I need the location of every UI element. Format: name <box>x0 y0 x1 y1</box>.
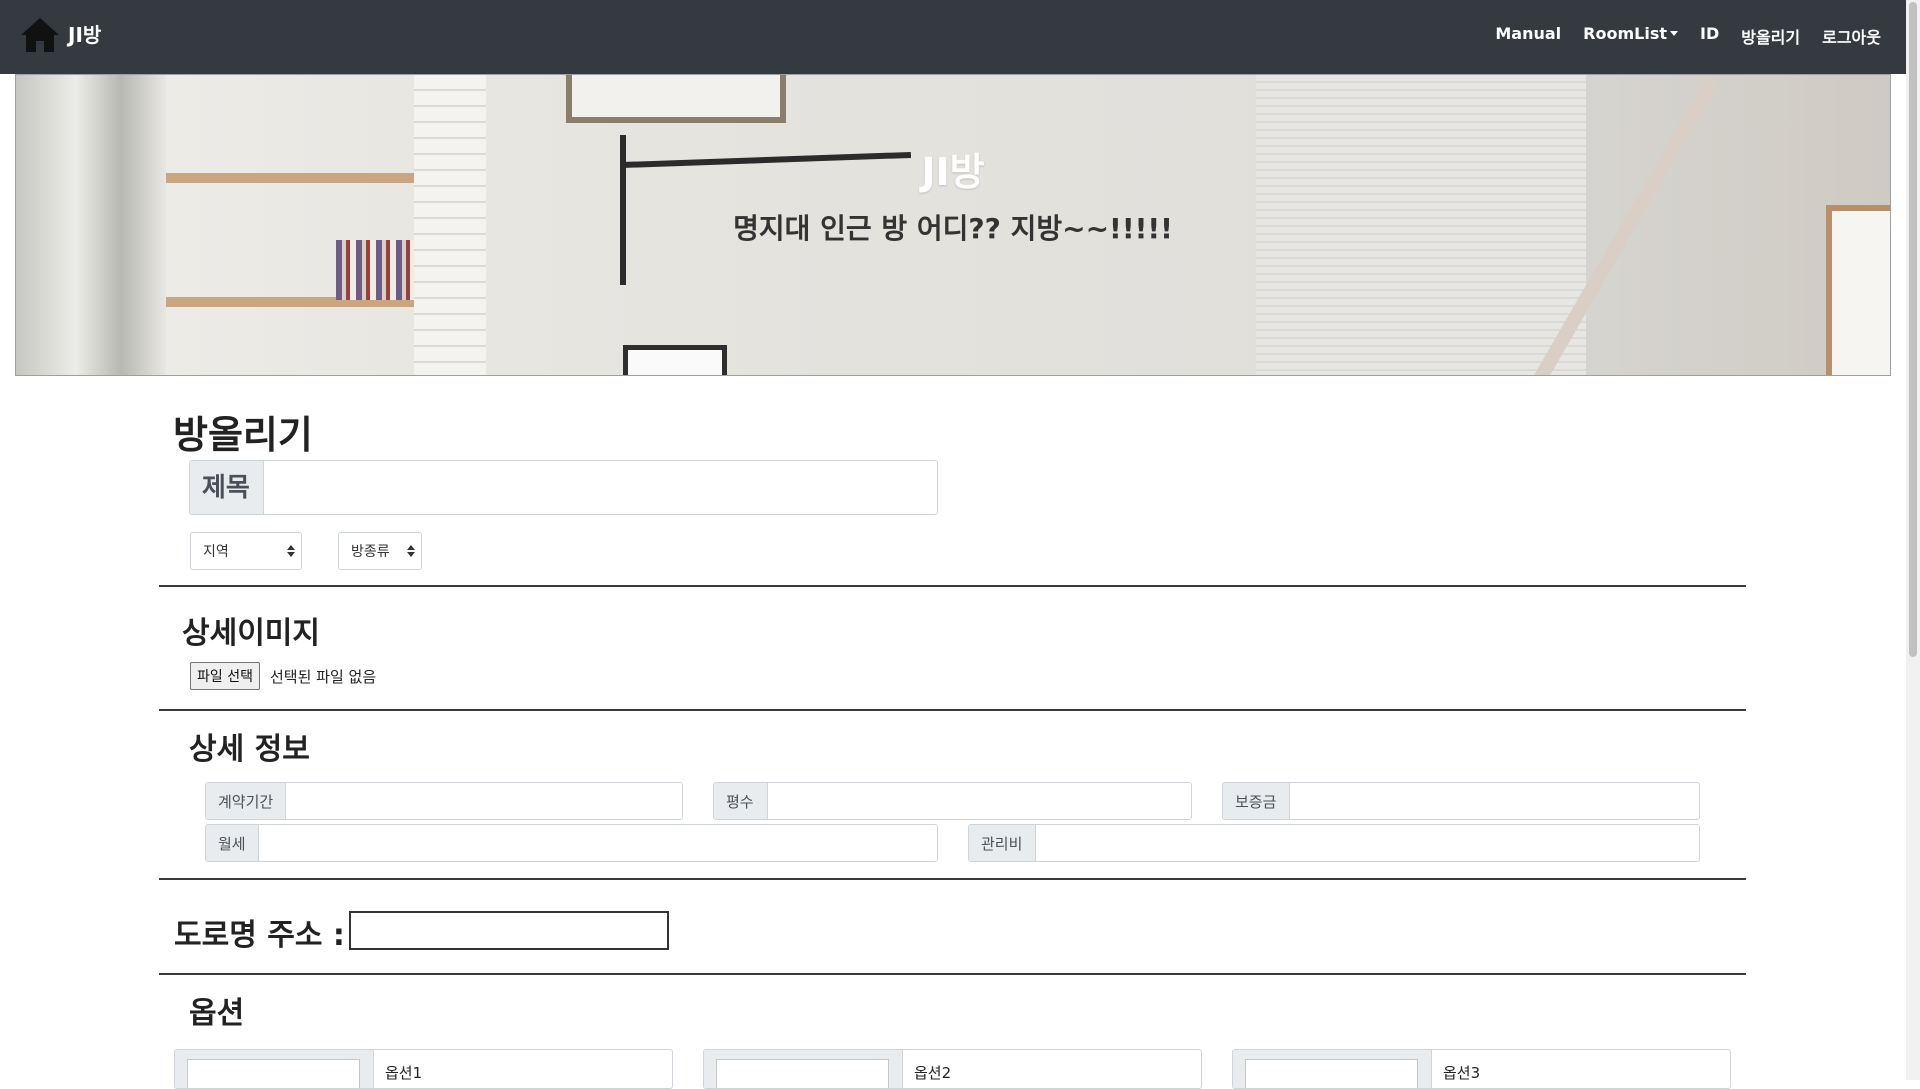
option-checkbox-2[interactable] <box>716 1059 889 1088</box>
room-type-select-value: 방종류 <box>351 544 390 560</box>
option-group-1: 옵션1 <box>174 1049 673 1089</box>
title-input[interactable] <box>264 461 937 514</box>
home-icon <box>21 18 59 52</box>
rent-input[interactable] <box>259 825 937 861</box>
option-checkbox-3[interactable] <box>1245 1059 1418 1088</box>
nav-logout[interactable]: 로그아웃 <box>1822 24 1881 48</box>
hero-top-window <box>566 75 786 123</box>
address-label: 도로명 주소 : <box>174 918 345 953</box>
area-label: 평수 <box>714 783 768 819</box>
contract-input-group: 계약기간 <box>205 782 683 820</box>
deposit-label: 보증금 <box>1223 783 1290 819</box>
hero-subtitle: 명지대 인근 방 어디?? 지방~~!!!!! <box>733 212 1173 245</box>
option-group-2: 옵션2 <box>703 1049 1202 1089</box>
divider <box>159 878 1746 880</box>
divider <box>159 973 1746 975</box>
scrollbar-thumb[interactable] <box>1909 2 1917 657</box>
rent-label: 월세 <box>206 825 259 861</box>
maintenance-input[interactable] <box>1036 825 1699 861</box>
file-select-button[interactable]: 파일 선택 <box>190 662 260 690</box>
nav-upload-room[interactable]: 방올리기 <box>1741 24 1800 48</box>
hero-banner: JI방 명지대 인근 방 어디?? 지방~~!!!!! <box>15 74 1891 376</box>
caret-down-icon <box>1669 31 1678 36</box>
title-label: 제목 <box>190 461 264 514</box>
title-input-group: 제목 <box>189 460 938 515</box>
nav-menu: Manual RoomList ID 방올리기 로그아웃 <box>1495 24 1881 48</box>
hero-picture-frame <box>623 345 727 375</box>
navbar: JI방 Manual RoomList ID 방올리기 로그아웃 <box>0 0 1906 74</box>
nav-roomlist-label: RoomList <box>1583 24 1667 43</box>
nav-manual[interactable]: Manual <box>1495 24 1561 48</box>
maintenance-input-group: 관리비 <box>968 824 1700 862</box>
contract-input[interactable] <box>286 783 682 819</box>
room-type-select[interactable]: 방종류 <box>338 532 422 570</box>
contract-label: 계약기간 <box>206 783 286 819</box>
region-select[interactable]: 지역 <box>190 532 302 570</box>
brand-link[interactable]: JI방 <box>20 16 101 54</box>
file-status: 선택된 파일 없음 <box>270 668 377 686</box>
page-title: 방올리기 <box>173 413 313 457</box>
region-select-value: 지역 <box>203 544 229 560</box>
brand-name: JI방 <box>68 22 102 47</box>
hero-title: JI방 <box>921 150 985 194</box>
area-input[interactable] <box>768 783 1191 819</box>
nav-roomlist-dropdown[interactable]: RoomList <box>1583 24 1678 48</box>
hero-books <box>336 240 426 300</box>
divider <box>159 585 1746 587</box>
option-checkbox-1[interactable] <box>187 1059 360 1088</box>
nav-id[interactable]: ID <box>1700 24 1719 48</box>
address-input[interactable] <box>349 911 669 950</box>
image-section-title: 상세이미지 <box>182 616 320 651</box>
deposit-input[interactable] <box>1290 783 1699 819</box>
rent-input-group: 월세 <box>205 824 938 862</box>
divider <box>159 709 1746 711</box>
option-group-3: 옵션3 <box>1232 1049 1731 1089</box>
area-input-group: 평수 <box>713 782 1192 820</box>
deposit-input-group: 보증금 <box>1222 782 1700 820</box>
options-section-title: 옵션 <box>189 996 245 1031</box>
scrollbar[interactable] <box>1906 0 1920 1080</box>
details-section-title: 상세 정보 <box>189 732 310 767</box>
maintenance-label: 관리비 <box>969 825 1036 861</box>
